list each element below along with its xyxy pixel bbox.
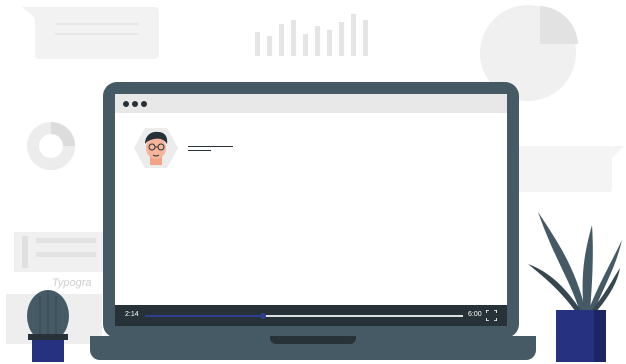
donut-chart-decor	[27, 122, 75, 170]
laptop-notch	[270, 336, 356, 344]
total-time: 6:00	[468, 311, 482, 318]
speech-bubble-top-left	[22, 7, 159, 59]
window-dot-icon[interactable]	[141, 101, 147, 107]
window-dot-icon[interactable]	[123, 101, 129, 107]
seek-progress	[145, 315, 264, 317]
book-spine-text: Typogra	[52, 277, 92, 289]
seek-bar[interactable]	[145, 313, 463, 319]
fullscreen-icon[interactable]	[486, 310, 497, 321]
video-controls: 2:14 6:00	[115, 305, 507, 326]
seek-handle[interactable]	[260, 313, 267, 319]
cactus-icon	[27, 290, 69, 362]
avatar-icon	[134, 128, 178, 168]
speech-bubble-right	[518, 146, 624, 192]
current-time: 2:14	[125, 311, 139, 318]
window-titlebar	[115, 94, 507, 113]
plant-icon	[528, 212, 622, 362]
message-line	[188, 146, 233, 147]
message-line	[188, 150, 211, 151]
illustration-scene: Typogra 2:14 6:00	[0, 0, 626, 364]
window-dot-icon[interactable]	[132, 101, 138, 107]
bar-chart-decor	[255, 14, 368, 56]
